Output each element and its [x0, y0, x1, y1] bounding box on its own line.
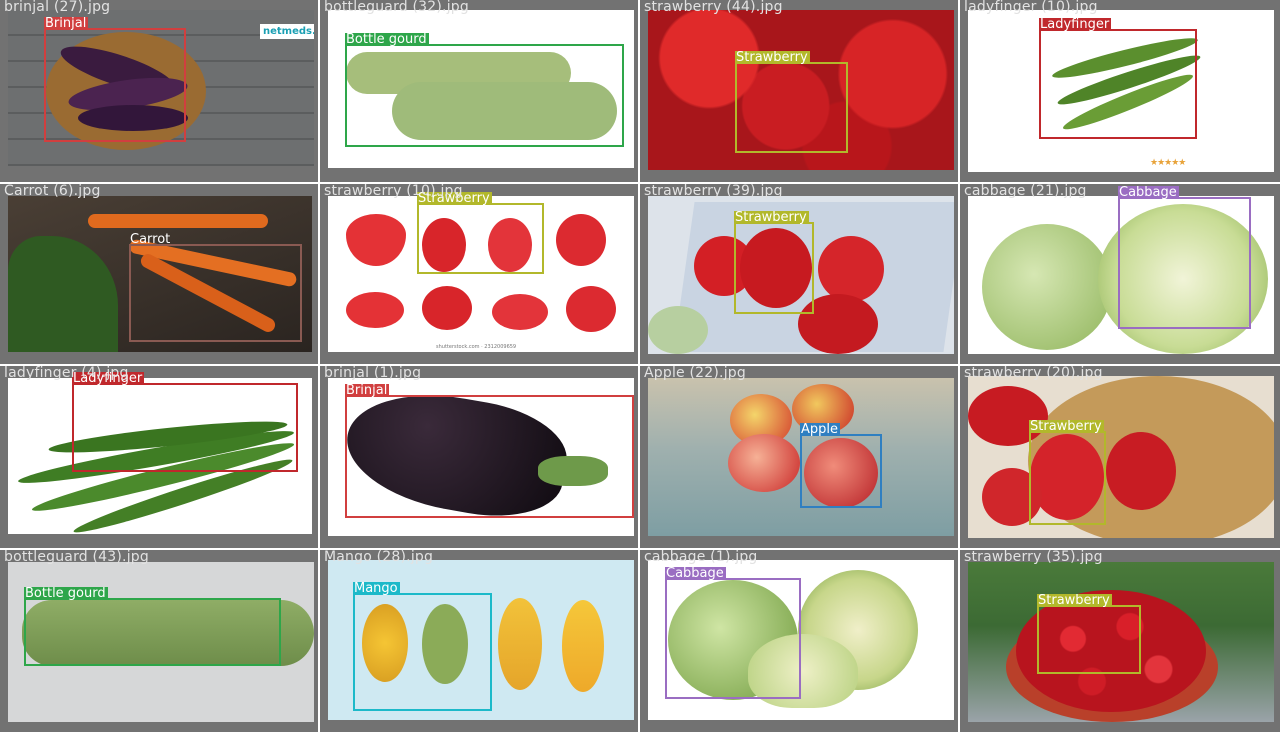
tile-strawberry-35[interactable]: Strawberry strawberry (35).jpg [960, 550, 1280, 732]
greens-shape [8, 236, 118, 352]
file-name: cabbage (1).jpg [644, 550, 758, 565]
box-label: Bottle gourd [24, 586, 108, 601]
tile-bottleguard-32[interactable]: Bottle gourd bottleguard (32).jpg [320, 0, 638, 182]
box-label: Apple [800, 422, 841, 437]
tile-bottleguard-43[interactable]: Bottle gourd bottleguard (43).jpg [0, 550, 318, 732]
bounding-box: Brinjal [44, 17, 186, 142]
tile-strawberry-39[interactable]: Strawberry strawberry (39).jpg [640, 184, 958, 364]
file-name: strawberry (44).jpg [644, 0, 783, 15]
bounding-box: Cabbage [665, 567, 801, 699]
bounding-box: Bottle gourd [345, 33, 624, 147]
leaf-shape [648, 306, 708, 354]
bounding-box: Cabbage [1118, 186, 1251, 329]
mango-shape [562, 600, 604, 692]
box-label: Strawberry [1037, 593, 1112, 608]
file-name: Mango (28).jpg [324, 550, 434, 565]
detection-results-grid: netmeds.com Brinjal brinjal (27).jpg Bot… [0, 0, 1280, 732]
strawberry-shape [346, 214, 406, 266]
box-label: Bottle gourd [345, 32, 429, 47]
strawberry-shape [492, 294, 548, 330]
box-label: Ladyfinger [1039, 17, 1112, 32]
strawberry-shape [1106, 432, 1176, 510]
file-name: brinjal (27).jpg [4, 0, 111, 15]
file-name: bottleguard (32).jpg [324, 0, 469, 15]
file-name: cabbage (21).jpg [964, 184, 1087, 199]
apple-shape [728, 434, 800, 492]
bounding-box: Mango [353, 582, 492, 711]
file-name: strawberry (39).jpg [644, 184, 783, 199]
tile-brinjal-1[interactable]: Brinjal brinjal (1).jpg [320, 366, 638, 548]
bounding-box: Strawberry [417, 192, 544, 274]
file-name: ladyfinger (10).jpg [964, 0, 1098, 15]
file-name: brinjal (1).jpg [324, 366, 422, 381]
photo [968, 376, 1274, 538]
tile-ladyfinger-10[interactable]: ★★★★★ Ladyfinger ladyfinger (10).jpg [960, 0, 1280, 182]
strawberry-shape [566, 286, 616, 332]
box-label: Carrot [130, 232, 171, 247]
tile-ladyfinger-4[interactable]: Ladyfinger ladyfinger (4).jpg [0, 366, 318, 548]
strawberry-shape [422, 286, 472, 330]
box-label: Cabbage [1118, 185, 1179, 200]
box-label: Cabbage [665, 566, 726, 581]
file-name: bottleguard (43).jpg [4, 550, 149, 565]
watermark: shutterstock.com · 2312009659 [436, 344, 517, 350]
bounding-box: Strawberry [1029, 420, 1106, 525]
box-label: Brinjal [44, 16, 89, 31]
tile-cabbage-1[interactable]: Cabbage cabbage (1).jpg [640, 550, 958, 732]
strawberry-shape [556, 214, 606, 266]
tile-strawberry-20[interactable]: Strawberry strawberry (20).jpg [960, 366, 1280, 548]
bounding-box: Apple [800, 423, 882, 508]
carrot-shape [88, 214, 268, 228]
file-name: ladyfinger (4).jpg [4, 366, 129, 381]
tile-carrot-6[interactable]: Carrot Carrot (6).jpg [0, 184, 318, 364]
strawberry-shape [346, 292, 404, 328]
file-name: Carrot (6).jpg [4, 184, 101, 199]
box-label: Strawberry [735, 50, 810, 65]
tile-brinjal-27[interactable]: netmeds.com Brinjal brinjal (27).jpg [0, 0, 318, 182]
rating-stars: ★★★★★ [1150, 158, 1186, 168]
file-name: Apple (22).jpg [644, 366, 746, 381]
bounding-box: Strawberry [734, 211, 814, 314]
file-name: strawberry (35).jpg [964, 550, 1103, 565]
tile-strawberry-44[interactable]: Strawberry strawberry (44).jpg [640, 0, 958, 182]
bounding-box: Brinjal [345, 384, 634, 518]
bounding-box: Strawberry [735, 51, 848, 153]
bounding-box: Strawberry [1037, 594, 1141, 674]
tile-mango-28[interactable]: Mango Mango (28).jpg [320, 550, 638, 732]
mango-shape [498, 598, 542, 690]
bounding-box: Ladyfinger [1039, 18, 1197, 139]
box-label: Brinjal [345, 383, 390, 398]
netmeds-logo: netmeds.com [260, 24, 314, 39]
strawberry-shape [818, 236, 884, 302]
box-label: Strawberry [1029, 419, 1104, 434]
box-label: Strawberry [734, 210, 809, 225]
box-label: Mango [353, 581, 400, 596]
bounding-box: Bottle gourd [24, 587, 281, 666]
bounding-box: Carrot [129, 233, 302, 342]
bounding-box: Ladyfinger [72, 372, 298, 472]
tile-strawberry-10[interactable]: shutterstock.com · 2312009659 Strawberry… [320, 184, 638, 364]
file-name: strawberry (20).jpg [964, 366, 1103, 381]
tile-cabbage-21[interactable]: Cabbage cabbage (21).jpg [960, 184, 1280, 364]
cabbage-shape [982, 224, 1112, 350]
file-name: strawberry (10).jpg [324, 184, 463, 199]
tile-apple-22[interactable]: Apple Apple (22).jpg [640, 366, 958, 548]
